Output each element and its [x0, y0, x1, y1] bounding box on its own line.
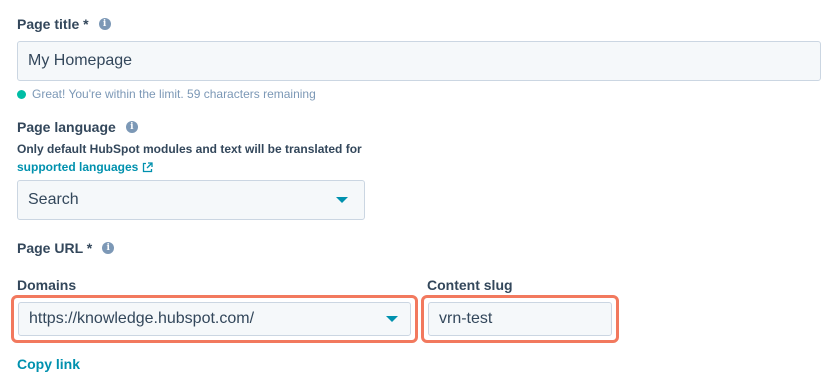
- page-language-select-value: Search: [28, 191, 79, 208]
- content-slug-label-text: Content slug: [427, 277, 513, 293]
- page-language-select[interactable]: Search: [17, 180, 365, 220]
- domains-select-value: https://knowledge.hubspot.com/: [29, 310, 255, 327]
- page-language-help-text: Only default HubSpot modules and text wi…: [17, 142, 362, 156]
- chevron-down-icon: [386, 316, 398, 322]
- page-title-hint-text: Great! You're within the limit. 59 chara…: [32, 87, 316, 101]
- success-dot-icon: [17, 89, 26, 99]
- content-slug-input-value: vrn-test: [439, 310, 493, 327]
- page-url-label-text: Page URL *: [17, 240, 93, 256]
- info-icon[interactable]: i: [98, 18, 111, 30]
- info-icon[interactable]: i: [102, 242, 115, 254]
- content-slug-highlight: vrn-test: [421, 295, 619, 343]
- domains-select[interactable]: https://knowledge.hubspot.com/: [18, 302, 411, 336]
- copy-link-container: Copy link: [17, 356, 80, 372]
- page-title-input-value: My Homepage: [28, 52, 133, 69]
- page-language-label: Page language i: [17, 119, 138, 135]
- content-slug-label: Content slug: [427, 277, 513, 293]
- chevron-down-icon: [336, 197, 348, 203]
- info-icon[interactable]: i: [125, 121, 138, 133]
- supported-languages-link[interactable]: supported languages: [17, 158, 138, 176]
- domains-label-text: Domains: [17, 277, 77, 293]
- page-title-input[interactable]: My Homepage: [17, 41, 821, 81]
- page-language-help: Only default HubSpot modules and text wi…: [17, 140, 377, 176]
- page-title-label-text: Page title *: [17, 16, 89, 32]
- page-language-label-text: Page language: [17, 119, 116, 135]
- page-title-hint: Great! You're within the limit. 59 chara…: [17, 87, 316, 101]
- domains-label: Domains: [17, 277, 76, 293]
- page-title-label: Page title * i: [17, 16, 111, 32]
- page-url-label: Page URL * i: [17, 240, 115, 256]
- copy-link[interactable]: Copy link: [17, 356, 80, 372]
- domains-highlight: https://knowledge.hubspot.com/: [11, 295, 418, 343]
- content-slug-input[interactable]: vrn-test: [428, 302, 612, 336]
- external-link-icon[interactable]: [142, 161, 154, 173]
